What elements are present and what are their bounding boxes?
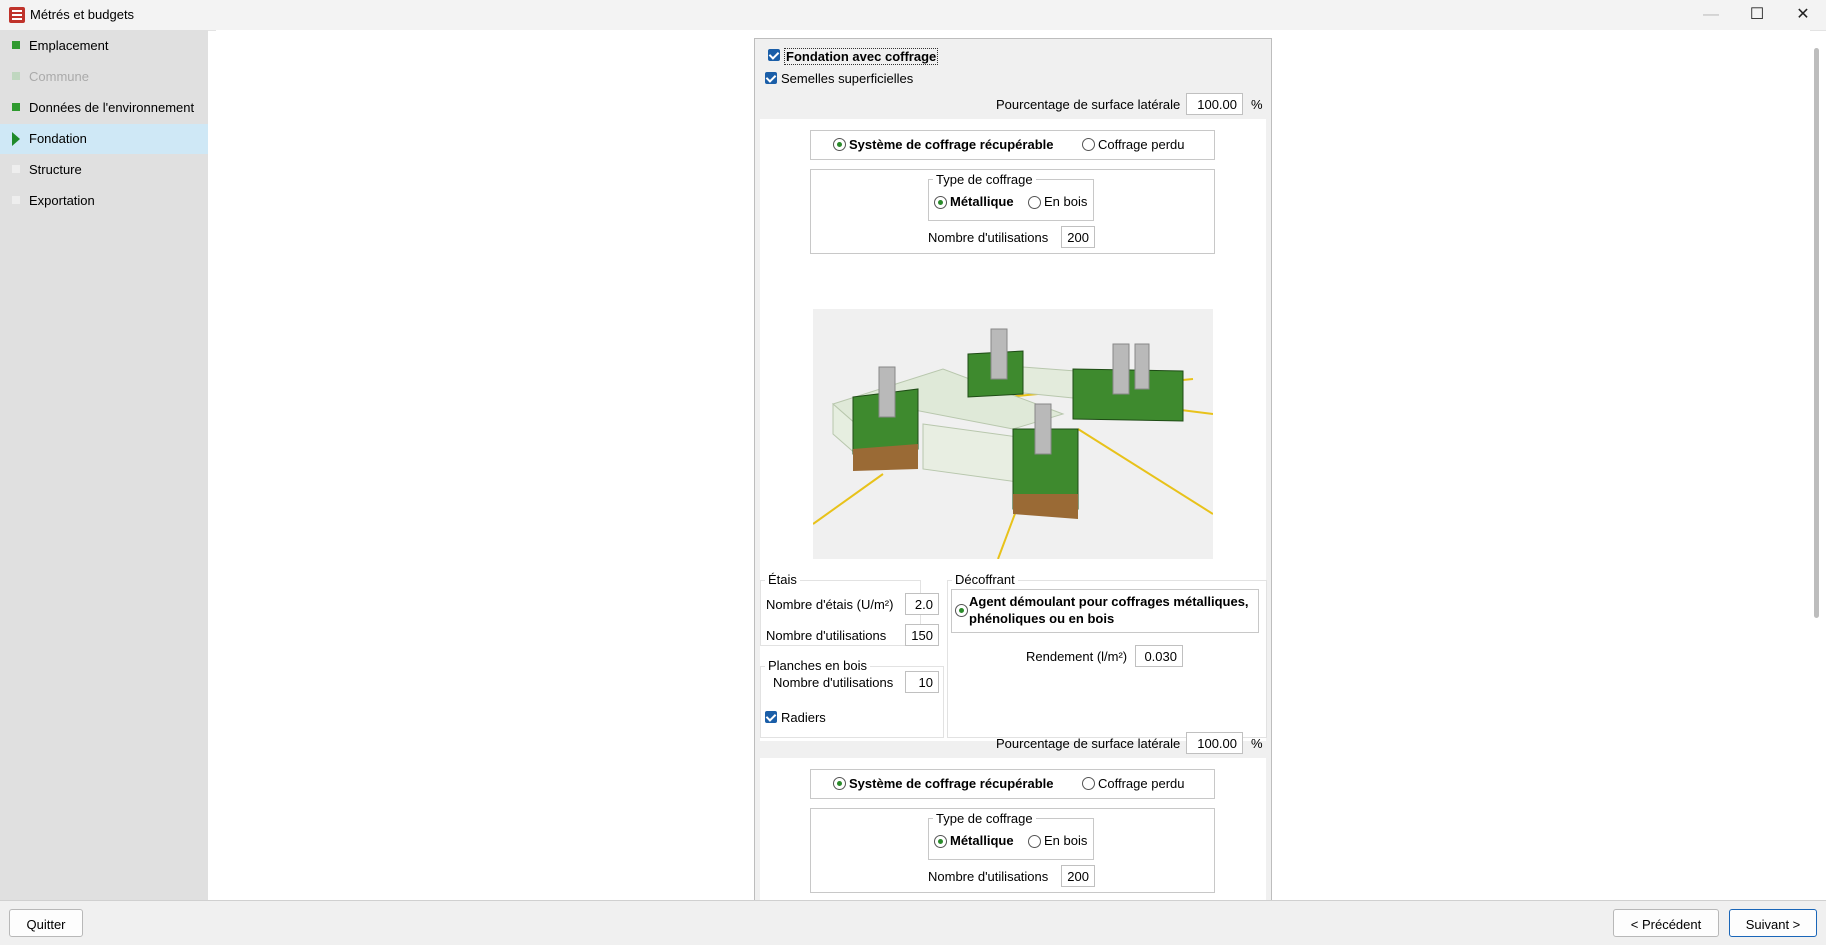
en-bois-label: En bois bbox=[1044, 194, 1088, 209]
systeme-recuperable-radio[interactable] bbox=[833, 138, 846, 151]
sidebar-item-label: Commune bbox=[29, 69, 89, 84]
type-coffrage-legend: Type de coffrage bbox=[933, 172, 1036, 187]
radiers-systeme-coffrage-group: Système de coffrage récupérable Coffrage… bbox=[810, 769, 1215, 799]
pourcentage-label: Pourcentage de surface latérale bbox=[996, 97, 1181, 112]
previous-button[interactable]: < Précédent bbox=[1613, 909, 1719, 937]
nombre-utilisations-label: Nombre d'utilisations bbox=[928, 230, 1049, 245]
arrow-right-icon bbox=[12, 132, 20, 146]
agent-demoulant-option[interactable]: Agent démoulant pour coffrages métalliqu… bbox=[951, 589, 1259, 633]
radiers-type-coffrage-legend: Type de coffrage bbox=[933, 811, 1036, 826]
radiers-en-bois-label: En bois bbox=[1044, 833, 1088, 848]
quit-button[interactable]: Quitter bbox=[9, 909, 83, 937]
radiers-coffrage-perdu-label: Coffrage perdu bbox=[1098, 776, 1185, 791]
agent-demoulant-radio[interactable] bbox=[955, 604, 968, 617]
etais-nombre-utilisations-label: Nombre d'utilisations bbox=[766, 628, 887, 643]
app-logo-icon bbox=[9, 7, 25, 23]
blank-square-icon bbox=[12, 196, 20, 204]
sidebar-item-fondation[interactable]: Fondation bbox=[0, 124, 208, 154]
agent-demoulant-line1: Agent démoulant pour coffrages métalliqu… bbox=[969, 594, 1249, 609]
coffrage-perdu-label: Coffrage perdu bbox=[1098, 137, 1185, 152]
next-button[interactable]: Suivant > bbox=[1729, 909, 1817, 937]
radiers-pourcentage-unit: % bbox=[1251, 736, 1263, 751]
sidebar-item-label: Fondation bbox=[29, 131, 87, 146]
decoffrant-legend: Décoffrant bbox=[952, 572, 1018, 587]
sidebar-item-label: Structure bbox=[29, 162, 82, 177]
sidebar-item-donnees-environnement[interactable]: Données de l'environnement bbox=[0, 93, 208, 123]
semelles-checkbox[interactable] bbox=[765, 72, 777, 84]
planches-nombre-utilisations-input[interactable]: 10 bbox=[905, 671, 939, 693]
radiers-metallique-label: Métallique bbox=[950, 833, 1014, 848]
green-square-icon bbox=[12, 41, 20, 49]
radiers-type-coffrage-container: Métallique En bois Type de coffrage Nomb… bbox=[810, 808, 1215, 893]
systeme-coffrage-group: Système de coffrage récupérable Coffrage… bbox=[810, 130, 1215, 160]
etais-legend: Étais bbox=[765, 572, 800, 587]
title-bar: Métrés et budgets — ☐ ✕ bbox=[0, 0, 1826, 31]
nombre-etais-label: Nombre d'étais (U/m²) bbox=[766, 597, 894, 612]
sidebar: Emplacement Commune Données de l'environ… bbox=[0, 30, 208, 900]
coffrage-perdu-radio[interactable] bbox=[1082, 138, 1095, 151]
semelles-label: Semelles superficielles bbox=[781, 71, 914, 86]
metallique-label: Métallique bbox=[950, 194, 1014, 209]
radiers-systeme-recuperable-radio[interactable] bbox=[833, 777, 846, 790]
systeme-recuperable-label: Système de coffrage récupérable bbox=[849, 137, 1054, 152]
vertical-scrollbar[interactable] bbox=[1814, 48, 1819, 618]
sidebar-item-commune: Commune bbox=[0, 62, 208, 92]
metallique-radio[interactable] bbox=[934, 196, 947, 209]
footer-bar: Quitter < Précédent Suivant > bbox=[0, 900, 1826, 945]
green-square-icon bbox=[12, 72, 20, 80]
type-coffrage-container: Métallique En bois Type de coffrage Nomb… bbox=[810, 169, 1215, 254]
sidebar-item-label: Emplacement bbox=[29, 38, 109, 53]
sidebar-item-emplacement[interactable]: Emplacement bbox=[0, 31, 208, 61]
radiers-nombre-utilisations-input[interactable]: 200 bbox=[1061, 865, 1095, 887]
pourcentage-input[interactable]: 100.00 bbox=[1186, 93, 1243, 115]
rendement-input[interactable]: 0.030 bbox=[1135, 645, 1183, 667]
sidebar-item-exportation[interactable]: Exportation bbox=[0, 186, 208, 216]
minimize-icon[interactable]: — bbox=[1688, 0, 1734, 30]
radiers-coffrage-perdu-radio[interactable] bbox=[1082, 777, 1095, 790]
rendement-label: Rendement (l/m²) bbox=[1026, 649, 1128, 664]
radiers-systeme-recuperable-label: Système de coffrage récupérable bbox=[849, 776, 1054, 791]
nombre-utilisations-input[interactable]: 200 bbox=[1061, 226, 1095, 248]
radiers-checkbox[interactable] bbox=[765, 711, 777, 723]
sidebar-item-label: Données de l'environnement bbox=[29, 100, 195, 115]
foundation-formwork-illustration bbox=[813, 309, 1213, 559]
blank-square-icon bbox=[12, 165, 20, 173]
radiers-en-bois-radio[interactable] bbox=[1028, 835, 1041, 848]
close-icon[interactable]: ✕ bbox=[1780, 0, 1826, 30]
radiers-pourcentage-input[interactable]: 100.00 bbox=[1186, 732, 1243, 754]
foundation-panel: Fondation avec coffrage Semelles superfi… bbox=[754, 38, 1272, 902]
pourcentage-unit: % bbox=[1251, 97, 1263, 112]
window-title: Métrés et budgets bbox=[30, 7, 135, 22]
nombre-etais-input[interactable]: 2.0 bbox=[905, 593, 939, 615]
en-bois-radio[interactable] bbox=[1028, 196, 1041, 209]
radiers-metallique-radio[interactable] bbox=[934, 835, 947, 848]
radiers-label: Radiers bbox=[781, 710, 826, 725]
planches-nombre-utilisations-label: Nombre d'utilisations bbox=[773, 675, 894, 690]
maximize-icon[interactable]: ☐ bbox=[1734, 0, 1780, 30]
sidebar-item-label: Exportation bbox=[29, 193, 95, 208]
etais-nombre-utilisations-input[interactable]: 150 bbox=[905, 624, 939, 646]
planches-legend: Planches en bois bbox=[765, 658, 871, 673]
fondation-avec-coffrage-label: Fondation avec coffrage bbox=[784, 48, 939, 65]
radiers-pourcentage-label: Pourcentage de surface latérale bbox=[996, 736, 1181, 751]
agent-demoulant-line2: phénoliques ou en bois bbox=[969, 611, 1115, 626]
fondation-avec-coffrage-checkbox[interactable] bbox=[768, 49, 780, 61]
sidebar-item-structure[interactable]: Structure bbox=[0, 155, 208, 185]
radiers-nombre-utilisations-label: Nombre d'utilisations bbox=[928, 869, 1049, 884]
green-square-icon bbox=[12, 103, 20, 111]
